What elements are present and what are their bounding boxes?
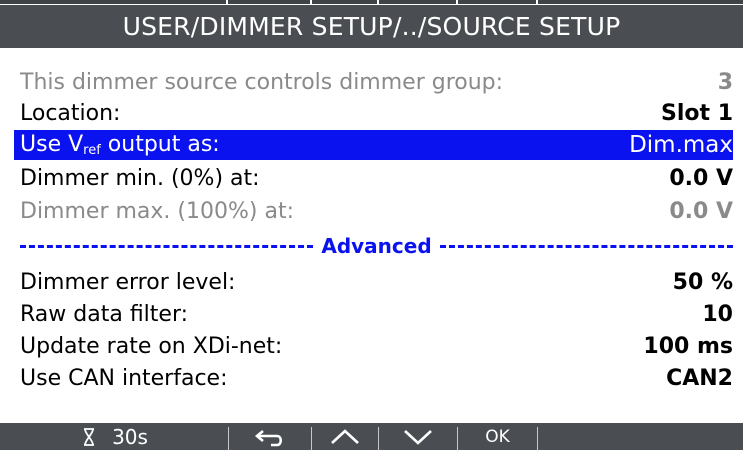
page-title: USER/DIMMER SETUP/../SOURCE SETUP xyxy=(122,12,621,41)
chevron-up-icon xyxy=(329,428,361,446)
timer-label: 30s xyxy=(112,424,148,449)
setting-label: This dimmer source controls dimmer group… xyxy=(20,69,504,95)
ok-button[interactable]: OK xyxy=(458,423,537,450)
hourglass-icon xyxy=(82,427,96,446)
timer-button[interactable]: 30s xyxy=(40,423,190,450)
setting-label: Update rate on XDi-net: xyxy=(20,333,283,359)
setting-value: 3 xyxy=(717,69,733,95)
setting-label: Use Vref output as: xyxy=(20,132,220,158)
setting-row-can-interface[interactable]: Use CAN interface: CAN2 xyxy=(20,363,733,393)
setting-row-raw-data-filter[interactable]: Raw data filter: 10 xyxy=(20,299,733,329)
setting-row-location[interactable]: Location: Slot 1 xyxy=(20,98,733,128)
setting-value: Dim.max xyxy=(629,132,733,158)
setting-row-error-level[interactable]: Dimmer error level: 50 % xyxy=(20,267,733,297)
softkey-divider xyxy=(537,427,538,450)
setting-row-dimmer-group: This dimmer source controls dimmer group… xyxy=(20,67,733,97)
page-title-bar: USER/DIMMER SETUP/../SOURCE SETUP xyxy=(0,5,743,48)
setting-label: Dimmer max. (100%) at: xyxy=(20,198,294,224)
separator-line-right xyxy=(439,244,733,248)
settings-list: This dimmer source controls dimmer group… xyxy=(0,48,743,423)
down-button[interactable] xyxy=(379,423,457,450)
ok-label: OK xyxy=(485,426,510,447)
setting-value: 50 % xyxy=(672,269,733,295)
up-button[interactable] xyxy=(312,423,378,450)
setting-label: Location: xyxy=(20,100,121,126)
setting-value: 0.0 V xyxy=(669,165,733,191)
setting-label: Dimmer error level: xyxy=(20,269,236,295)
setting-row-dimmer-min[interactable]: Dimmer min. (0%) at: 0.0 V xyxy=(20,163,733,193)
setting-label: Dimmer min. (0%) at: xyxy=(20,165,260,191)
setting-row-dimmer-max: Dimmer max. (100%) at: 0.0 V xyxy=(20,196,733,226)
setting-label: Use CAN interface: xyxy=(20,365,228,391)
separator-line-left xyxy=(20,244,314,248)
setting-row-vref-output[interactable]: Use Vref output as: Dim.max xyxy=(14,130,733,160)
advanced-label: Advanced xyxy=(321,234,432,258)
setting-label: Raw data filter: xyxy=(20,301,189,327)
back-button[interactable] xyxy=(229,423,311,450)
chevron-down-icon xyxy=(402,428,434,446)
setting-value: 100 ms xyxy=(643,333,733,359)
return-arrow-icon xyxy=(253,427,287,447)
setting-row-update-rate[interactable]: Update rate on XDi-net: 100 ms xyxy=(20,331,733,361)
setting-value: CAN2 xyxy=(666,365,733,391)
setting-value: 0.0 V xyxy=(669,198,733,224)
setting-value: 10 xyxy=(702,301,733,327)
advanced-separator: Advanced xyxy=(20,233,733,259)
setting-value: Slot 1 xyxy=(661,100,733,126)
softkey-bar: 30s OK xyxy=(0,423,743,450)
